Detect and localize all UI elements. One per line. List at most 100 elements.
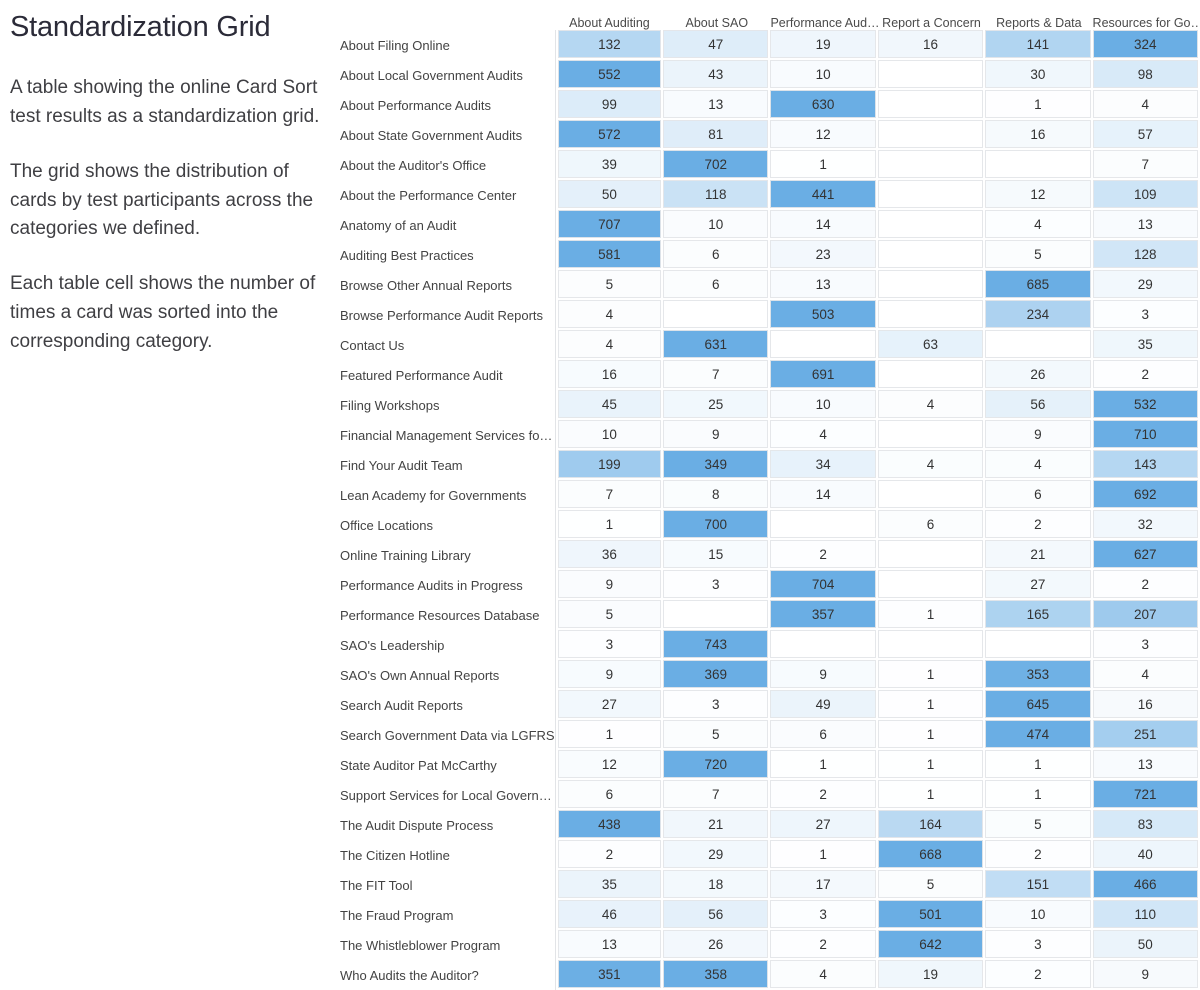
row-label-4[interactable]: About the Auditor's Office [340,150,556,180]
grid-cell[interactable] [770,330,878,360]
grid-cell[interactable]: 1 [877,660,986,690]
grid-cell[interactable]: 2 [770,930,878,960]
grid-cell[interactable]: 199 [555,450,664,480]
grid-cell[interactable]: 1 [555,720,664,750]
grid-cell[interactable]: 1 [877,600,986,630]
grid-cell[interactable]: 6 [985,480,1093,510]
grid-cell[interactable]: 474 [985,720,1093,750]
grid-cell[interactable]: 57 [1092,120,1200,150]
row-label-5[interactable]: About the Performance Center [340,180,556,210]
grid-cell[interactable] [985,630,1093,660]
grid-cell[interactable]: 5 [985,810,1093,840]
row-label-23[interactable]: Search Government Data via LGFRS [340,720,556,750]
grid-cell[interactable]: 7 [555,480,664,510]
grid-cell[interactable]: 43 [663,60,771,90]
grid-cell[interactable] [877,540,986,570]
grid-cell[interactable]: 2 [985,840,1093,870]
grid-cell[interactable] [877,180,986,210]
grid-cell[interactable]: 15 [663,540,771,570]
grid-cell[interactable]: 141 [985,30,1093,60]
grid-cell[interactable] [877,300,986,330]
grid-cell[interactable] [877,210,986,240]
grid-cell[interactable]: 12 [555,750,664,780]
grid-cell[interactable]: 16 [877,30,986,60]
grid-cell[interactable]: 35 [555,870,664,900]
grid-cell[interactable]: 9 [663,420,771,450]
grid-cell[interactable]: 50 [555,180,664,210]
grid-cell[interactable] [877,60,986,90]
grid-cell[interactable] [877,480,986,510]
grid-cell[interactable]: 109 [1092,180,1200,210]
grid-cell[interactable]: 18 [663,870,771,900]
row-label-16[interactable]: Office Locations [340,510,556,540]
grid-cell[interactable]: 98 [1092,60,1200,90]
grid-cell[interactable]: 5 [985,240,1093,270]
grid-cell[interactable]: 12 [985,180,1093,210]
grid-cell[interactable]: 369 [663,660,771,690]
grid-cell[interactable]: 581 [555,240,664,270]
grid-cell[interactable]: 1 [985,90,1093,120]
grid-cell[interactable]: 1 [770,150,878,180]
row-label-11[interactable]: Featured Performance Audit [340,360,556,390]
grid-cell[interactable]: 6 [877,510,986,540]
row-label-19[interactable]: Performance Resources Database [340,600,556,630]
grid-cell[interactable] [877,120,986,150]
row-label-15[interactable]: Lean Academy for Governments [340,480,556,510]
grid-cell[interactable]: 1 [555,510,664,540]
grid-cell[interactable]: 36 [555,540,664,570]
row-label-18[interactable]: Performance Audits in Progress [340,570,556,600]
row-label-12[interactable]: Filing Workshops [340,390,556,420]
grid-cell[interactable]: 552 [555,60,664,90]
grid-cell[interactable]: 47 [663,30,771,60]
grid-cell[interactable]: 132 [555,30,664,60]
grid-cell[interactable]: 1 [985,780,1093,810]
grid-cell[interactable]: 4 [770,960,878,990]
grid-cell[interactable]: 7 [663,780,771,810]
row-label-0[interactable]: About Filing Online [340,30,556,60]
row-label-8[interactable]: Browse Other Annual Reports [340,270,556,300]
grid-cell[interactable]: 668 [877,840,986,870]
grid-cell[interactable]: 39 [555,150,664,180]
row-label-22[interactable]: Search Audit Reports [340,690,556,720]
grid-cell[interactable]: 1 [770,840,878,870]
grid-cell[interactable]: 5 [663,720,771,750]
grid-cell[interactable]: 32 [1092,510,1200,540]
grid-cell[interactable]: 10 [555,420,664,450]
grid-cell[interactable]: 438 [555,810,664,840]
grid-cell[interactable]: 5 [555,600,664,630]
grid-cell[interactable] [663,300,771,330]
grid-cell[interactable]: 10 [770,390,878,420]
row-label-9[interactable]: Browse Performance Audit Reports [340,300,556,330]
row-label-27[interactable]: The Citizen Hotline [340,840,556,870]
grid-cell[interactable]: 110 [1092,900,1200,930]
grid-cell[interactable]: 503 [770,300,878,330]
row-label-28[interactable]: The FIT Tool [340,870,556,900]
grid-cell[interactable]: 7 [1092,150,1200,180]
grid-cell[interactable]: 441 [770,180,878,210]
grid-cell[interactable]: 50 [1092,930,1200,960]
grid-cell[interactable]: 1 [770,750,878,780]
row-label-25[interactable]: Support Services for Local Govern… [340,780,556,810]
grid-cell[interactable]: 8 [663,480,771,510]
row-label-30[interactable]: The Whistleblower Program [340,930,556,960]
grid-cell[interactable] [985,330,1093,360]
grid-cell[interactable]: 4 [985,210,1093,240]
grid-cell[interactable]: 118 [663,180,771,210]
grid-cell[interactable]: 13 [1092,750,1200,780]
column-header-3[interactable]: Report a Concern [877,0,986,30]
row-label-31[interactable]: Who Audits the Auditor? [340,960,556,990]
grid-cell[interactable]: 324 [1092,30,1200,60]
grid-cell[interactable]: 13 [555,930,664,960]
column-header-2[interactable]: Performance Aud… [770,0,878,30]
grid-cell[interactable]: 4 [555,330,664,360]
grid-cell[interactable]: 34 [770,450,878,480]
grid-cell[interactable]: 357 [770,600,878,630]
grid-cell[interactable]: 4 [877,390,986,420]
grid-cell[interactable]: 2 [555,840,664,870]
grid-cell[interactable] [877,360,986,390]
grid-cell[interactable]: 1 [985,750,1093,780]
grid-cell[interactable]: 1 [877,690,986,720]
grid-cell[interactable]: 29 [663,840,771,870]
grid-cell[interactable]: 9 [555,660,664,690]
row-label-14[interactable]: Find Your Audit Team [340,450,556,480]
